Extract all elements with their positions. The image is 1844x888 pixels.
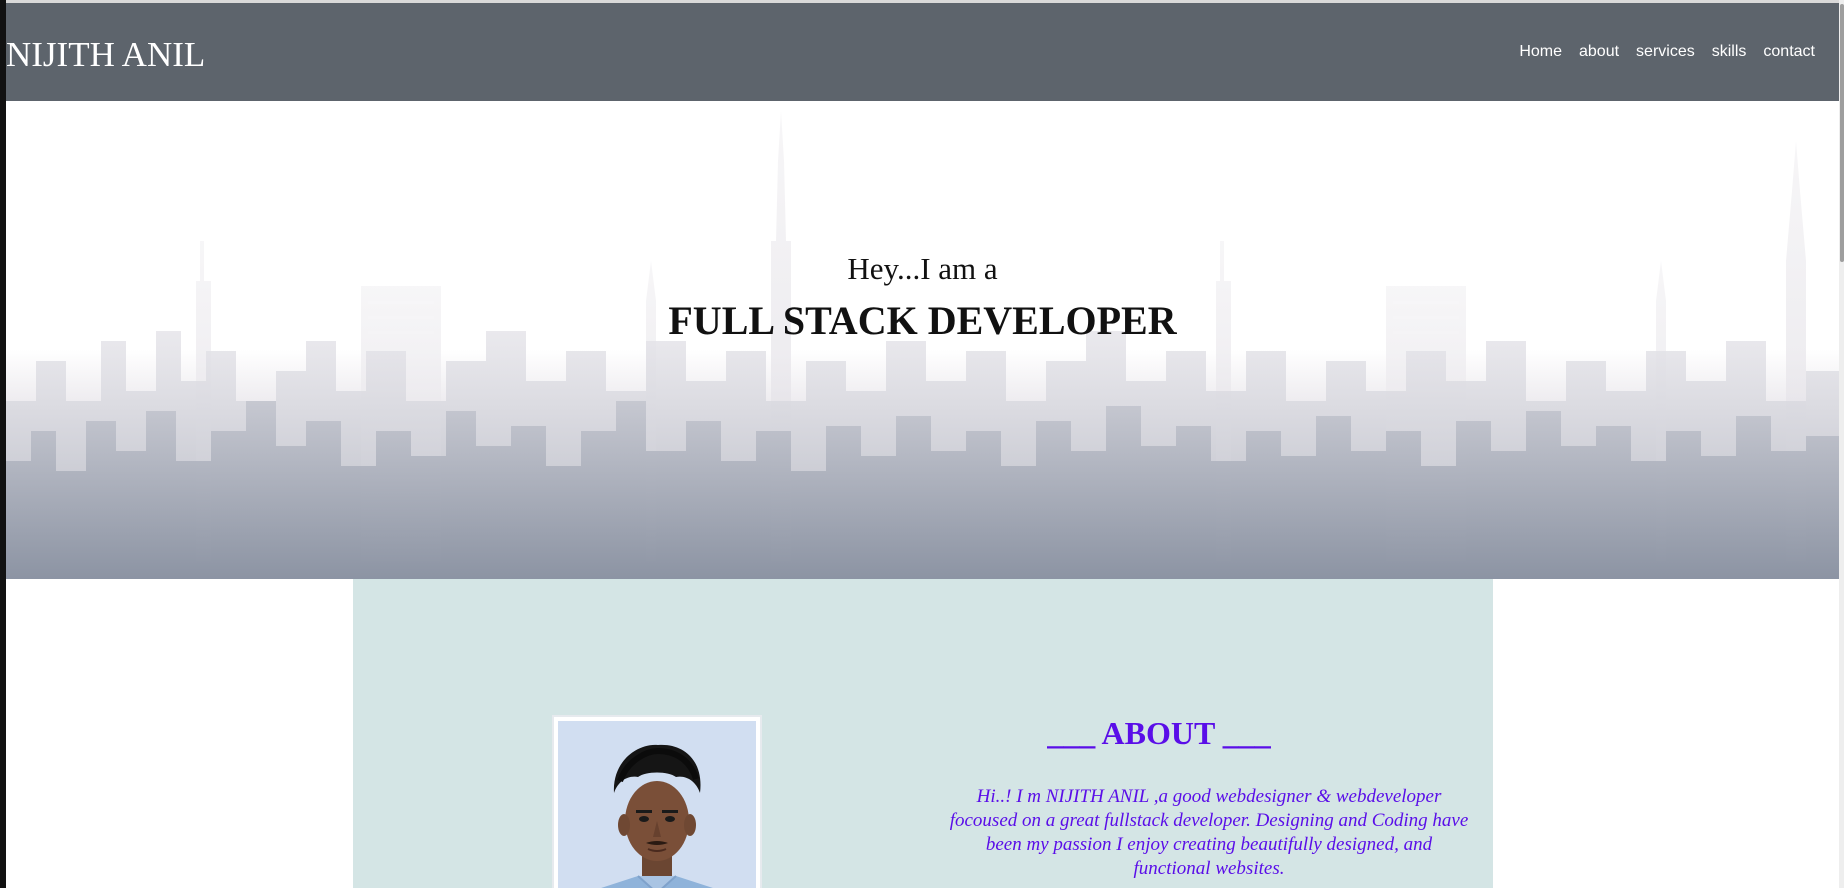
- hero-greeting: Hey...I am a: [847, 251, 998, 286]
- page: NIJITH ANIL Home about services skills c…: [6, 0, 1839, 888]
- nav-about[interactable]: about: [1579, 43, 1619, 61]
- about-title: ___ ABOUT ___: [1047, 715, 1271, 751]
- about-text: Hi..! I m NIJITH ANIL ,a good webdesigne…: [949, 786, 1469, 879]
- nav-services[interactable]: services: [1636, 43, 1695, 61]
- nav-skills[interactable]: skills: [1712, 43, 1747, 61]
- nav-home[interactable]: Home: [1519, 43, 1562, 61]
- hero-section: Hey...I am a FULL STACK DEVELOPER: [6, 101, 1839, 579]
- navbar: NIJITH ANIL Home about services skills c…: [6, 3, 1839, 101]
- brand-logo[interactable]: NIJITH ANIL: [6, 35, 205, 75]
- nav-links: Home about services skills contact: [1519, 43, 1815, 61]
- profile-photo: [552, 715, 762, 888]
- scrollbar-thumb[interactable]: [1840, 4, 1844, 262]
- about-section: ___ ABOUT ___ Hi..! I m NIJITH ANIL ,a g…: [353, 579, 1493, 888]
- hero-role: FULL STACK DEVELOPER: [668, 298, 1177, 343]
- nav-contact[interactable]: contact: [1763, 43, 1815, 61]
